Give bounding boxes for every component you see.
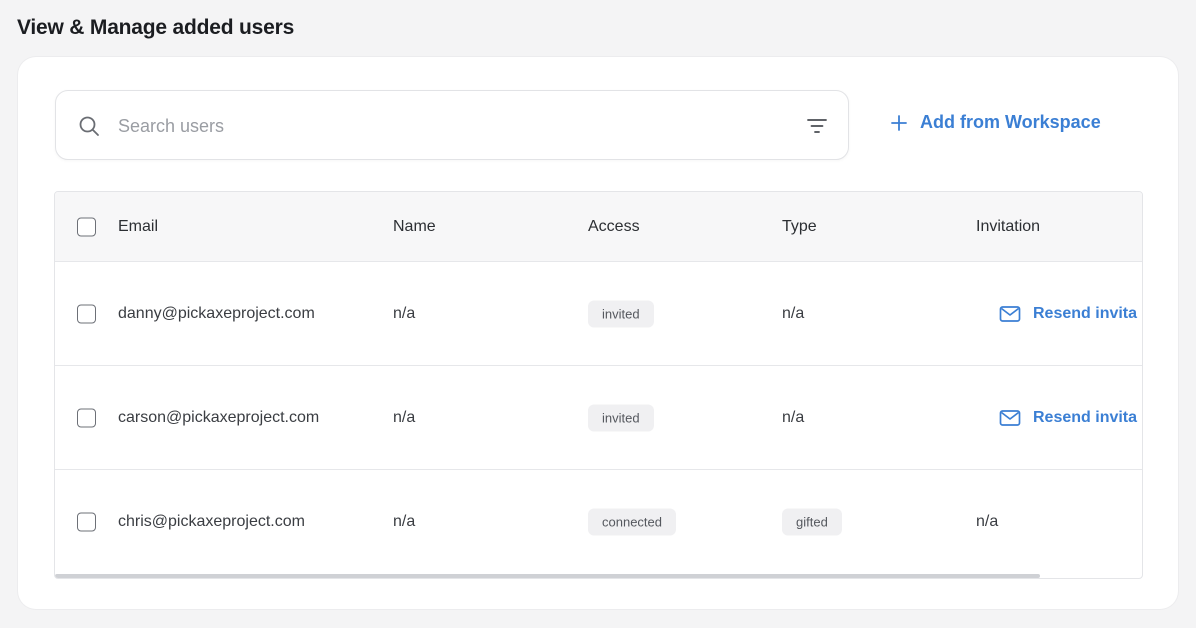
column-header-email[interactable]: Email [118,218,158,236]
access-cell: invited [588,404,654,431]
search-input[interactable] [118,111,778,141]
access-badge: invited [588,300,654,327]
access-badge: connected [588,508,676,536]
type-badge: gifted [782,508,842,536]
column-header-name[interactable]: Name [393,218,436,236]
page-title: View & Manage added users [17,16,295,39]
table-row: danny@pickaxeproject.com n/a invited n/a… [55,262,1142,366]
column-header-type[interactable]: Type [782,218,817,236]
access-cell: invited [588,300,654,327]
type-cell: n/a [782,408,805,426]
email-cell: carson@pickaxeproject.com [118,408,320,426]
search-box[interactable] [55,90,849,160]
email-cell: danny@pickaxeproject.com [118,304,315,322]
select-all-checkbox[interactable] [77,217,96,236]
row-checkbox[interactable] [77,408,96,427]
filter-icon[interactable] [806,117,828,135]
name-cell: n/a [393,408,416,426]
resend-invitation-button[interactable]: Resend invita [999,305,1137,323]
mail-icon [999,409,1021,426]
add-from-workspace-label: Add from Workspace [920,112,1101,132]
table-row: carson@pickaxeproject.com n/a invited n/… [55,366,1142,470]
name-cell: n/a [393,304,416,322]
access-badge: invited [588,404,654,431]
column-header-invitation[interactable]: Invitation [976,218,1040,236]
users-table: Email Name Access Type Invitation danny@… [54,191,1143,579]
add-from-workspace-button[interactable]: Add from Workspace [890,112,1101,133]
table-row: chris@pickaxeproject.com n/a connected g… [55,470,1142,574]
resend-label: Resend invita [1033,304,1138,322]
mail-icon [999,305,1021,322]
type-cell: n/a [782,304,805,322]
column-header-access[interactable]: Access [588,218,640,236]
type-cell: gifted [782,508,842,536]
email-cell: chris@pickaxeproject.com [118,513,305,530]
resend-invitation-button[interactable]: Resend invita [999,409,1137,427]
row-checkbox[interactable] [77,512,96,532]
users-card: Add from Workspace Email Name Access Typ… [18,57,1178,609]
row-checkbox[interactable] [77,304,96,323]
access-cell: connected [588,508,676,536]
horizontal-scrollbar[interactable] [55,574,1040,578]
name-cell: n/a [393,513,416,530]
search-icon [79,116,99,136]
resend-label: Resend invita [1033,408,1138,426]
invitation-cell: n/a [976,513,999,530]
table-header-row: Email Name Access Type Invitation [55,192,1142,262]
plus-icon [891,114,907,131]
